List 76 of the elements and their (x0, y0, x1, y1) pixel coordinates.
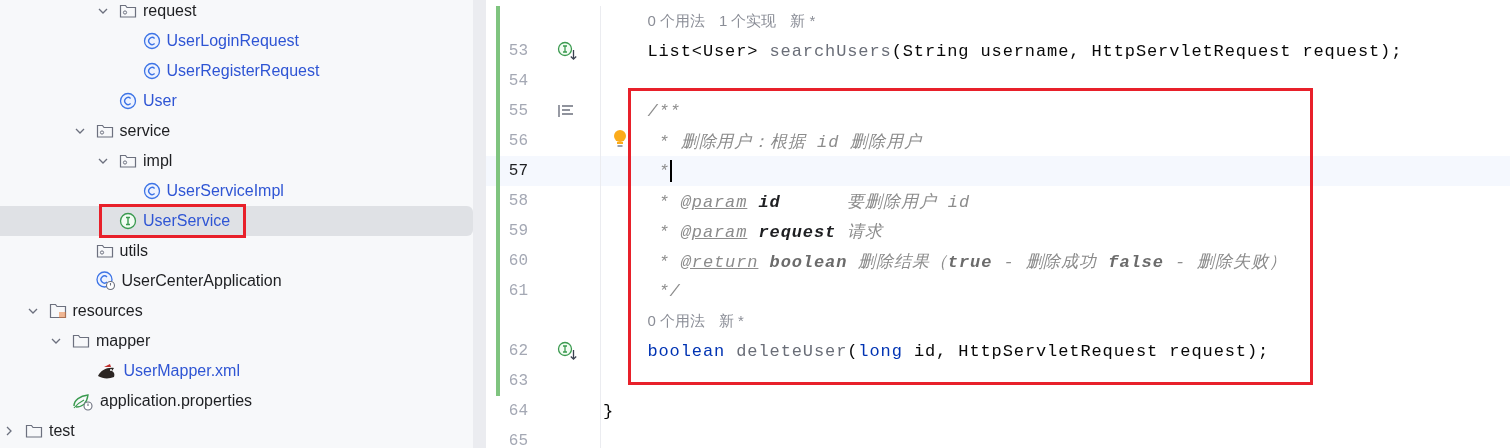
line-number: 58 (507, 192, 528, 210)
code-line: */ (657, 281, 681, 301)
line-number: 62 (507, 342, 528, 360)
change-marker[interactable] (496, 246, 500, 276)
class-icon (142, 32, 161, 50)
change-marker[interactable] (496, 6, 500, 36)
tree-item[interactable]: UserService (0, 206, 473, 236)
change-marker[interactable] (496, 336, 500, 366)
leaf-power-icon (72, 391, 94, 411)
light-bulb-icon[interactable] (613, 129, 627, 149)
tree-item[interactable]: utils (0, 236, 473, 266)
line-number: 57 (507, 162, 528, 180)
line-number: 59 (507, 222, 528, 240)
change-marker[interactable] (496, 156, 500, 186)
line-number: 65 (507, 432, 528, 448)
package-folder-icon (95, 243, 114, 259)
line-number: 53 (507, 42, 528, 60)
package-folder-icon (119, 153, 137, 169)
tree-item[interactable]: resources (0, 296, 473, 326)
tree-item[interactable]: User (0, 86, 473, 116)
change-marker[interactable] (496, 366, 500, 396)
line-number: 55 (507, 102, 528, 120)
tree-item[interactable]: impl (0, 146, 473, 176)
interface-icon (119, 212, 137, 230)
line-number: 60 (507, 252, 528, 270)
usage-hint[interactable]: 新 * (790, 11, 816, 31)
line-number: 56 (507, 132, 528, 150)
code-line: * @return boolean 删除结果（true - 删除成功 false - 删除失败） (657, 251, 1287, 273)
usage-hint[interactable]: 0 个用法 (647, 311, 705, 331)
change-marker[interactable] (496, 66, 500, 96)
package-folder-icon (95, 123, 114, 139)
package-folder-icon (119, 3, 137, 19)
tree-item[interactable]: UserCenterApplication (0, 266, 473, 296)
code-line: } (603, 401, 615, 421)
tree-item[interactable]: mapper (0, 326, 473, 356)
application-class-icon (95, 271, 116, 291)
code-line: * (657, 161, 670, 181)
change-marker[interactable] (496, 216, 500, 246)
implemented-arrow-icon[interactable] (557, 341, 579, 361)
tree-item[interactable]: UserLoginRequest (0, 26, 473, 56)
code-line: /** (647, 101, 681, 121)
code-line: List<User> searchUsers(String username, HttpServletRequest request); (647, 41, 1403, 61)
lines-icon[interactable] (557, 103, 575, 119)
class-icon (142, 62, 161, 80)
usage-hint[interactable]: 1 个实现 (718, 11, 777, 31)
tree-item[interactable]: request (0, 0, 473, 26)
text-caret (669, 160, 672, 182)
tree-item[interactable]: UserServiceImpl (0, 176, 473, 206)
implemented-arrow-icon[interactable] (557, 41, 579, 61)
change-marker[interactable] (496, 276, 500, 306)
tree-item[interactable]: test (0, 416, 473, 446)
tree-item[interactable]: service (0, 116, 473, 146)
splitter-bar[interactable] (473, 0, 486, 448)
tree-item[interactable]: application.properties (0, 386, 473, 416)
change-marker[interactable] (496, 126, 500, 156)
change-marker[interactable] (496, 306, 500, 336)
resources-folder-icon (48, 303, 67, 319)
class-icon (142, 182, 161, 200)
folder-icon (72, 333, 90, 349)
change-marker[interactable] (496, 96, 500, 126)
code-line: * @param id 要删除用户 id (657, 191, 971, 213)
usage-hint[interactable]: 0 个用法 (647, 11, 705, 31)
folder-icon (25, 423, 43, 439)
line-number: 64 (507, 402, 528, 420)
code-line: * 删除用户：根据 id 删除用户 (657, 131, 922, 153)
tree-item[interactable]: UserMapper.xml (0, 356, 473, 386)
line-number: 54 (507, 72, 528, 90)
code-line: boolean deleteUser(long id, HttpServletRequest request); (647, 341, 1270, 361)
line-number: 61 (507, 282, 528, 300)
class-icon (119, 92, 137, 110)
change-marker[interactable] (496, 186, 500, 216)
tree-item[interactable]: UserRegisterRequest (0, 56, 473, 86)
change-marker[interactable] (496, 36, 500, 66)
line-number: 63 (507, 372, 528, 390)
code-line: * @param request 请求 (657, 221, 884, 243)
usage-hint[interactable]: 新 * (718, 311, 744, 331)
